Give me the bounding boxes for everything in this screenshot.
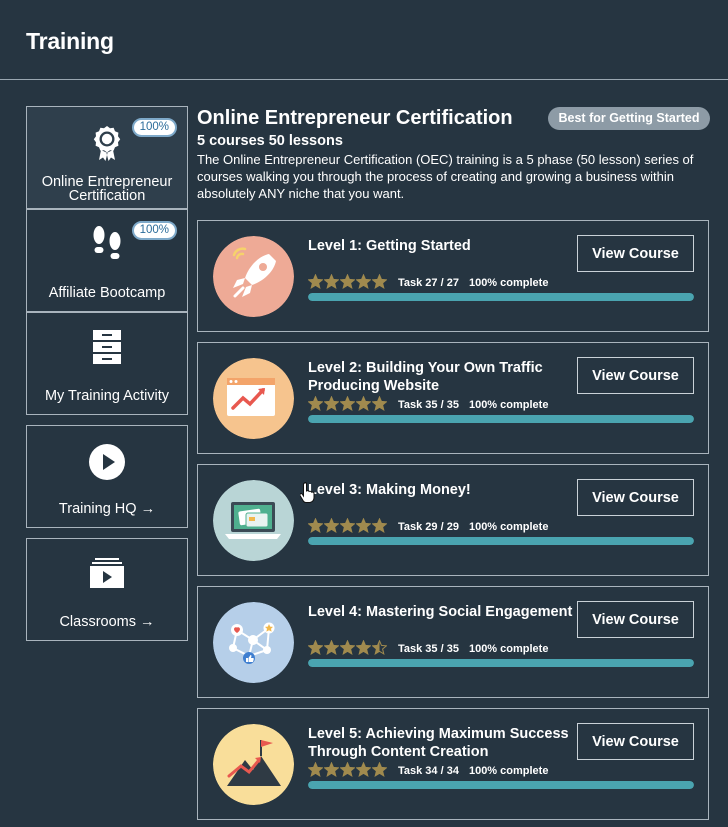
task-count: Task 34 / 34 [398,765,459,777]
progress-bar [308,781,694,789]
rocket-icon [213,236,294,317]
star-icon [324,396,339,411]
star-icon [340,396,355,411]
star-icon [372,762,387,777]
star-icon [308,640,323,655]
completion-badge: 100% [131,221,177,240]
star-icon [308,396,323,411]
progress-bar [308,659,694,667]
star-icon [356,396,371,411]
progress-fill [308,415,694,423]
sidebar-item-label: Training HQ → [58,501,156,517]
course-title: Level 1: Getting Started [308,238,471,254]
certification-description: The Online Entrepreneur Certification (O… [197,152,694,201]
star-icon [372,640,387,655]
hand-cursor-icon [299,481,316,508]
course-title: Level 4: Mastering Social Engagement [308,604,573,620]
star-icon [372,518,387,533]
progress-fill [308,659,694,667]
sidebar-item-training-hq[interactable]: Training HQ → [26,425,188,528]
star-icon [372,396,387,411]
star-icon [308,518,323,533]
mountain-flag-icon [213,724,294,805]
course-title: Level 2: Building Your Own Traffic Produ… [308,360,543,394]
star-icon [356,640,371,655]
task-count: Task 29 / 29 [398,521,459,533]
progress-fill [308,781,694,789]
rating-stars [308,396,387,411]
course-card: Level 2: Building Your Own Traffic Produ… [197,342,709,454]
course-card: Level 4: Mastering Social Engagement Tas… [197,586,709,698]
progress-bar [308,415,694,423]
star-icon [324,762,339,777]
page-title: Training [26,28,114,54]
progress-fill [308,537,694,545]
rating-stars [308,762,387,777]
cabinet-icon [27,329,187,365]
task-count: Task 27 / 27 [398,277,459,289]
rating-stars [308,518,387,533]
play-icon [27,443,187,481]
view-course-button[interactable]: View Course [577,235,694,272]
star-icon [324,518,339,533]
sidebar-item-label: My Training Activity [44,388,170,404]
star-icon [324,274,339,289]
completion-status: 100% complete [468,765,549,777]
task-count: Task 35 / 35 [398,399,459,411]
course-card: Level 3: Making Money! Task 29 / 29 100% … [197,464,709,576]
progress-bar [308,293,694,301]
star-icon [356,762,371,777]
view-course-button[interactable]: View Course [577,357,694,394]
sidebar-item-affiliate-bootcamp[interactable]: 100% Affiliate Bootcamp [26,209,188,312]
star-icon [356,274,371,289]
star-icon [340,762,355,777]
star-icon [308,762,323,777]
sidebar-item-label: Classrooms → [59,614,155,630]
completion-status: 100% complete [468,399,549,411]
star-icon [340,274,355,289]
sidebar-item-classrooms[interactable]: Classrooms → [26,538,188,641]
progress-fill [308,293,694,301]
course-card: Level 1: Getting Started Task 27 / 27 100… [197,220,709,332]
view-course-button[interactable]: View Course [577,479,694,516]
rating-stars [308,274,387,289]
sidebar-item-training-activity[interactable]: My Training Activity [26,312,188,415]
sidebar-item-oec[interactable]: 100% Online Entrepreneur Certification [26,106,188,209]
certification-title: Online Entrepreneur Certification [197,107,513,129]
sidebar-item-label: Affiliate Bootcamp [48,285,166,301]
certification-subtitle: 5 courses 50 lessons [197,133,343,149]
laptop-card-icon [213,480,294,561]
completion-badge: 100% [131,118,177,137]
course-title: Level 5: Achieving Maximum Success Throu… [308,726,569,760]
task-count: Task 35 / 35 [398,643,459,655]
rating-stars [308,640,387,655]
course-title: Level 3: Making Money! [308,482,471,498]
star-icon [356,518,371,533]
best-for-tag: Best for Getting Started [548,107,710,130]
course-card: Level 5: Achieving Maximum Success Throu… [197,708,709,820]
website-chart-icon [213,358,294,439]
social-network-icon [213,602,294,683]
completion-status: 100% complete [468,277,549,289]
progress-bar [308,537,694,545]
sidebar-item-label: Online Entrepreneur Certification [41,174,173,204]
completion-status: 100% complete [468,521,549,533]
star-icon [340,518,355,533]
star-icon [372,274,387,289]
completion-status: 100% complete [468,643,549,655]
star-icon [308,274,323,289]
view-course-button[interactable]: View Course [577,723,694,760]
page-header: Training [0,0,728,80]
view-course-button[interactable]: View Course [577,601,694,638]
star-icon [324,640,339,655]
star-icon [340,640,355,655]
classroom-icon [27,557,187,589]
